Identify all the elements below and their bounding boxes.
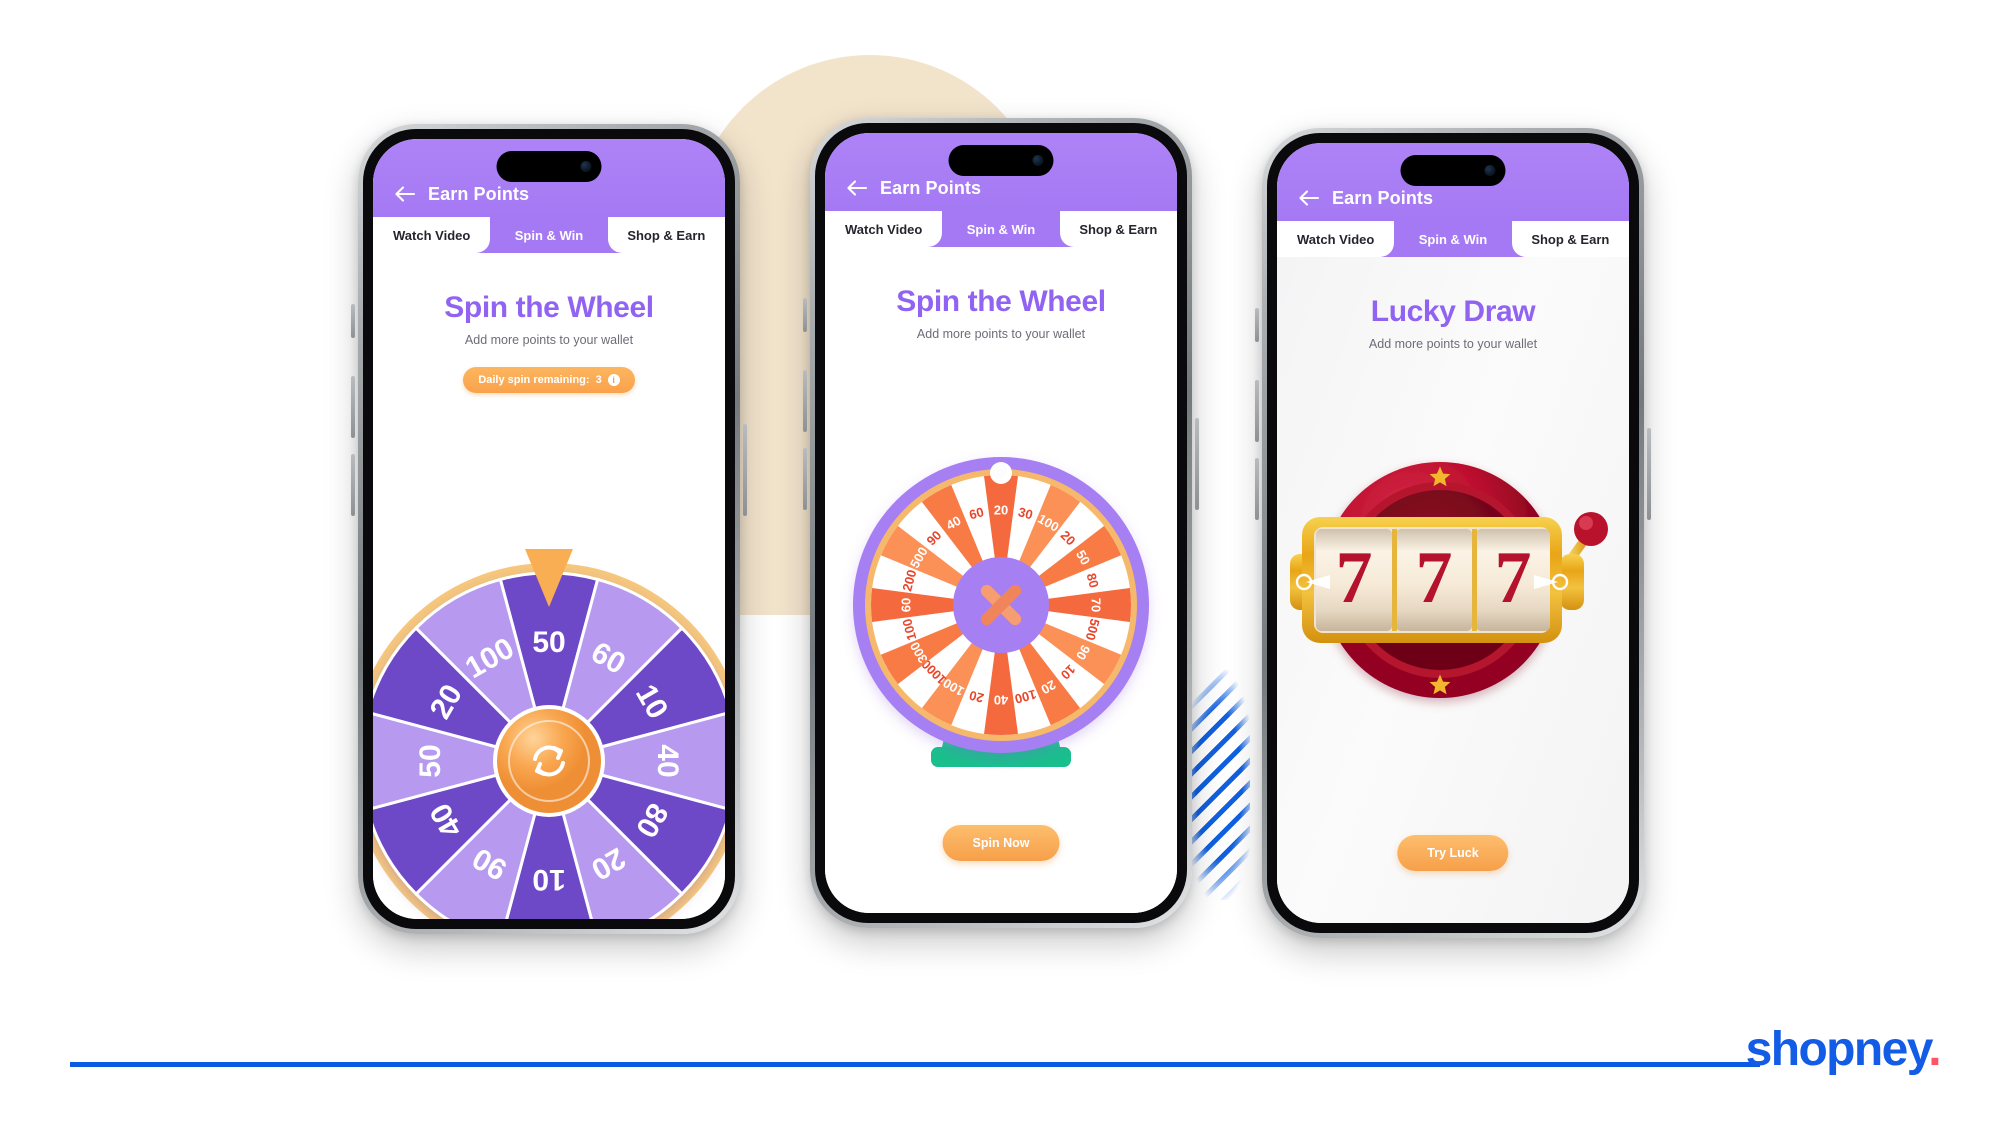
phone3-volume-down[interactable] (1255, 458, 1259, 520)
wheel-segment-label: 50 (532, 626, 565, 659)
footer-divider (70, 1062, 1760, 1067)
lucky-draw-slot-machine[interactable]: 7 7 7 (1288, 447, 1618, 717)
tab-label: Spin & Win (1418, 231, 1488, 247)
tab-label: Spin & Win (514, 227, 584, 243)
screen-subtitle: Add more points to your wallet (916, 327, 1086, 341)
phone2-tab-bar: Watch Video Spin & Win Shop & Earn (825, 211, 1177, 247)
tab-watch-video[interactable]: Watch Video (1277, 221, 1395, 257)
phone1-volume-down[interactable] (351, 454, 355, 516)
screen-subtitle: Add more points to your wallet (1368, 337, 1538, 351)
spin-wheel-purple[interactable]: 50 60 10 40 80 20 10 90 40 50 20 100 (373, 543, 725, 919)
white-knob-pointer-icon (990, 462, 1012, 484)
back-arrow-icon[interactable] (845, 177, 869, 199)
tab-shop-earn[interactable]: Shop & Earn (607, 217, 725, 253)
phone3-content: Lucky Draw Add more points to your walle… (1277, 257, 1629, 923)
tab-spin-win[interactable]: Spin & Win (942, 211, 1060, 247)
brand-name: shopney (1745, 1023, 1930, 1076)
badge-value: 3 (595, 374, 602, 386)
phone1-volume-up[interactable] (351, 376, 355, 438)
tab-label: Watch Video (1297, 231, 1375, 247)
poster-canvas: Earn Points Watch Video Spin & Win Shop … (0, 0, 2000, 1126)
phone2-screen: Earn Points Watch Video Spin & Win Shop … (825, 133, 1177, 913)
phone2-volume-up[interactable] (803, 370, 807, 432)
phone3-volume-up[interactable] (1255, 380, 1259, 442)
tab-watch-video[interactable]: Watch Video (373, 217, 491, 253)
page-title: Earn Points (880, 177, 982, 198)
wheel-segment-label: 70 (1088, 598, 1103, 612)
wheel-segment-label: 40 (651, 744, 684, 777)
phone1-power-button[interactable] (743, 424, 747, 516)
tab-label: Watch Video (845, 221, 923, 237)
info-icon[interactable]: i (607, 374, 620, 386)
phone3-screen: Earn Points Watch Video Spin & Win Shop … (1277, 143, 1629, 923)
front-camera-icon (1032, 155, 1044, 166)
tab-spin-win[interactable]: Spin & Win (1394, 221, 1512, 257)
wheel-segment-label: 20 (994, 503, 1008, 518)
phone1-content: Spin the Wheel Add more points to your w… (373, 253, 725, 919)
phone2-volume-down[interactable] (803, 448, 807, 510)
front-camera-icon (580, 161, 592, 172)
tab-spin-win[interactable]: Spin & Win (490, 217, 608, 253)
daily-spin-badge[interactable]: Daily spin remaining: 3 i (463, 367, 635, 393)
wheel-graphic: 20 30 100205080705009010201004020100100030… (853, 457, 1149, 767)
phone2-bezel: Earn Points Watch Video Spin & Win Shop … (815, 123, 1187, 923)
phone3-bezel: Earn Points Watch Video Spin & Win Shop … (1267, 133, 1639, 933)
phone-mockup-3: Earn Points Watch Video Spin & Win Shop … (1255, 128, 1651, 938)
shopney-logo: shopney. (1745, 1023, 1942, 1076)
badge-label: Daily spin remaining: (478, 374, 590, 386)
spin-wheel-orange[interactable]: 20 30 100 20 50 80 70 500 90 10 20 100 40 20 100 1000 30… (851, 455, 1151, 785)
screen-title: Spin the Wheel (444, 291, 654, 324)
tab-watch-video[interactable]: Watch Video (825, 211, 943, 247)
dynamic-island-2 (948, 145, 1054, 176)
reel-digit-2: 7 (1416, 537, 1453, 619)
wheel-graphic: 50 60104080201090405020100 (373, 549, 725, 919)
tab-label: Spin & Win (966, 221, 1036, 237)
screen-subtitle: Add more points to your wallet (464, 333, 634, 347)
page-title: Earn Points (428, 183, 530, 204)
try-luck-button[interactable]: Try Luck (1397, 835, 1509, 871)
tab-label: Shop & Earn (1079, 221, 1158, 237)
phone3-power-button[interactable] (1647, 428, 1651, 520)
reel-digit-1: 7 (1336, 537, 1373, 619)
phone2-mute-switch[interactable] (803, 298, 807, 332)
blue-stripes-decoration (1188, 670, 1250, 900)
tab-label: Watch Video (393, 227, 471, 243)
page-title: Earn Points (1332, 187, 1434, 208)
phone1-tab-bar: Watch Video Spin & Win Shop & Earn (373, 217, 725, 253)
dynamic-island-1 (496, 151, 602, 182)
wheel-segment-label: 60 (899, 598, 914, 612)
back-arrow-icon[interactable] (393, 183, 417, 205)
tab-shop-earn[interactable]: Shop & Earn (1511, 221, 1629, 257)
wheel-segment-label: 10 (532, 863, 565, 896)
screen-title: Lucky Draw (1370, 295, 1536, 328)
tab-shop-earn[interactable]: Shop & Earn (1059, 211, 1177, 247)
wheel-segment-label: 50 (414, 744, 447, 777)
dynamic-island-3 (1400, 155, 1506, 186)
screen-title: Spin the Wheel (896, 285, 1106, 318)
phone2-content: Spin the Wheel Add more points to your w… (825, 247, 1177, 913)
phone-mockup-1: Earn Points Watch Video Spin & Win Shop … (351, 124, 747, 934)
slot-machine-graphic: 7 7 7 (1290, 462, 1608, 698)
wheel-segment-label: 40 (994, 692, 1008, 707)
phone3-mute-switch[interactable] (1255, 308, 1259, 342)
reel-digit-3: 7 (1495, 537, 1532, 619)
back-arrow-icon[interactable] (1297, 187, 1321, 209)
phone2-power-button[interactable] (1195, 418, 1199, 510)
phone1-mute-switch[interactable] (351, 304, 355, 338)
phone-mockup-2: Earn Points Watch Video Spin & Win Shop … (803, 118, 1199, 928)
spin-now-button[interactable]: Spin Now (942, 825, 1060, 861)
phone1-screen: Earn Points Watch Video Spin & Win Shop … (373, 139, 725, 919)
tab-label: Shop & Earn (1531, 231, 1610, 247)
phone3-tab-bar: Watch Video Spin & Win Shop & Earn (1277, 221, 1629, 257)
tab-label: Shop & Earn (627, 227, 706, 243)
phone1-bezel: Earn Points Watch Video Spin & Win Shop … (363, 129, 735, 929)
front-camera-icon (1484, 165, 1496, 176)
brand-dot: . (1928, 1023, 1941, 1076)
